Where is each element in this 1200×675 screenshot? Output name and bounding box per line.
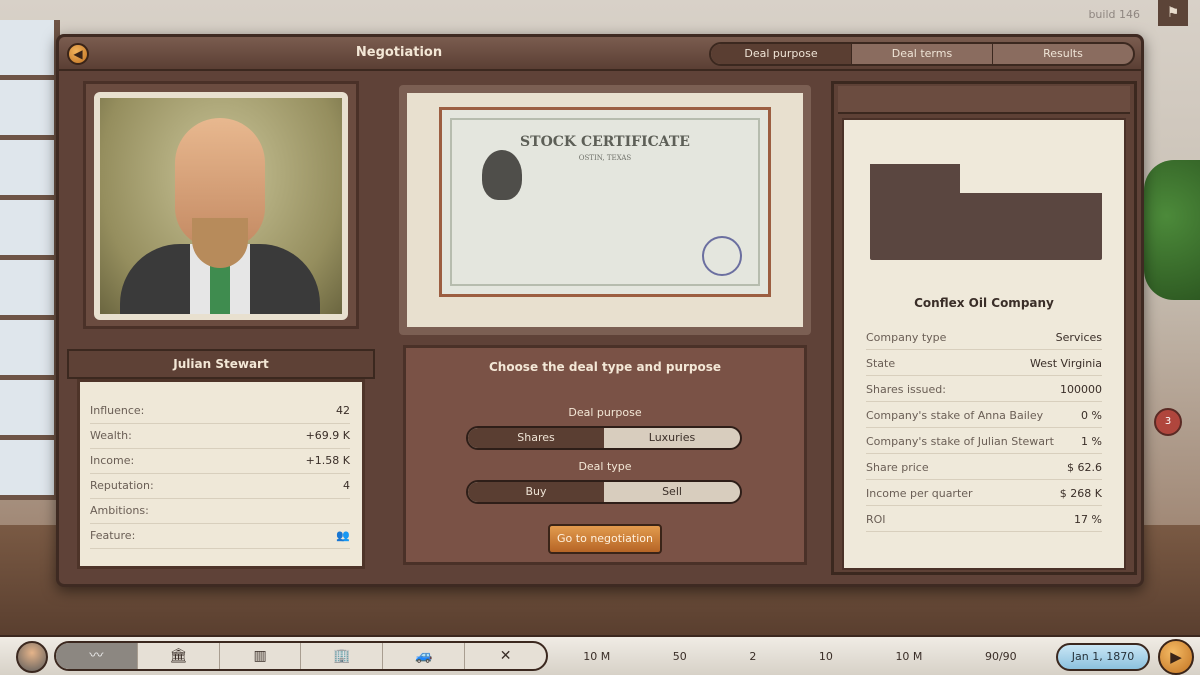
build-label: build 146 <box>1088 8 1140 21</box>
deal-panel: Choose the deal type and purpose Deal pu… <box>403 345 807 565</box>
crown-stat: 2 <box>749 649 757 663</box>
deal-purpose-shares[interactable]: Shares <box>468 428 604 448</box>
company-row: Company's stake of Anna Bailey 0 % <box>866 404 1102 428</box>
feature-icon: 👥 <box>336 529 350 542</box>
deal-purpose-label: Deal purpose <box>568 406 642 419</box>
player-avatar[interactable] <box>16 641 48 673</box>
tab-results[interactable]: Results <box>993 44 1133 64</box>
company-panel: Conflex Oil Company Company type Service… <box>831 81 1137 575</box>
company-row: Company type Services <box>866 326 1102 350</box>
go-to-negotiation-button[interactable]: Go to negotiation <box>548 524 662 554</box>
notifications-badge[interactable]: 3 <box>1154 408 1182 436</box>
stat-feature: Feature: 👥 <box>90 529 350 549</box>
stat-wealth: Wealth: +69.9 K <box>90 429 350 449</box>
resource-stats: 10 M 50 2 10 10 M 90/90 <box>552 641 1048 671</box>
play-icon[interactable]: ▶ <box>1158 639 1194 675</box>
network-icon[interactable]: ✕ <box>465 643 546 669</box>
chart-icon[interactable]: ▥ <box>220 643 302 669</box>
menu-icon[interactable]: ⚑ <box>1158 0 1188 26</box>
deal-type-label: Deal type <box>578 460 632 473</box>
company-row: Company's stake of Julian Stewart 1 % <box>866 430 1102 454</box>
company-card: Conflex Oil Company Company type Service… <box>842 118 1126 570</box>
window-title: Negotiation <box>355 45 443 60</box>
stat-income: Income: +1.58 K <box>90 454 350 474</box>
certificate-title: STOCK CERTIFICATE <box>520 134 690 150</box>
person-name: Julian Stewart <box>67 349 375 379</box>
portrait-image <box>94 92 348 320</box>
bottom-toolbar: 〰 🏛 ▥ 🏢 🚙 ✕ 10 M 50 2 10 10 M 90/90 Jan … <box>0 635 1200 675</box>
tab-deal-terms[interactable]: Deal terms <box>852 44 993 64</box>
certificate-panel: STOCK CERTIFICATE OSTIN, TEXAS <box>399 85 811 335</box>
window-topbar: ◀ Negotiation Deal purpose Deal terms Re… <box>59 37 1141 71</box>
certificate-subtitle: OSTIN, TEXAS <box>578 154 632 162</box>
money-stat: 10 M <box>583 649 611 663</box>
company-panel-header <box>838 86 1130 114</box>
deal-purpose-selector: Shares Luxuries <box>466 426 742 450</box>
deal-purpose-luxuries[interactable]: Luxuries <box>604 428 740 448</box>
deal-type-selector: Buy Sell <box>466 480 742 504</box>
background-window <box>0 20 60 500</box>
certificate-seal <box>702 236 742 276</box>
time-stat: 90/90 <box>984 649 1017 663</box>
company-row: ROI 17 % <box>866 508 1102 532</box>
tab-deal-purpose[interactable]: Deal purpose <box>711 44 852 64</box>
stat-influence: Influence: 42 <box>90 404 350 424</box>
company-name: Conflex Oil Company <box>914 296 1054 310</box>
date-display: Jan 1, 1870 <box>1056 643 1150 671</box>
cash-stat: 10 M <box>895 649 923 663</box>
company-row: Shares issued: 100000 <box>866 378 1102 402</box>
car-icon[interactable]: 🚙 <box>383 643 466 669</box>
stock-certificate: STOCK CERTIFICATE OSTIN, TEXAS <box>439 107 771 297</box>
back-button[interactable]: ◀ <box>67 43 89 65</box>
company-row: Income per quarter $ 268 K <box>866 482 1102 506</box>
company-row: Share price $ 62.6 <box>866 456 1102 480</box>
stat-reputation: Reputation: 4 <box>90 479 350 499</box>
deal-title: Choose the deal type and purpose <box>488 360 722 374</box>
influence-stat: 50 <box>672 649 687 663</box>
deal-type-sell[interactable]: Sell <box>604 482 740 502</box>
negotiation-window: ◀ Negotiation Deal purpose Deal terms Re… <box>56 34 1144 587</box>
map-icon[interactable]: 〰 <box>56 643 138 669</box>
background-plant <box>1144 160 1200 300</box>
bank-icon[interactable]: 🏛 <box>138 643 220 669</box>
train-illustration <box>870 164 1102 260</box>
company-row: State West Virginia <box>866 352 1102 376</box>
bottom-nav: 〰 🏛 ▥ 🏢 🚙 ✕ <box>54 641 548 671</box>
stat-ambitions: Ambitions: <box>90 504 350 524</box>
building-icon[interactable]: 🏢 <box>301 643 384 669</box>
deal-type-buy[interactable]: Buy <box>468 482 604 502</box>
person-stats: Influence: 42 Wealth: +69.9 K Income: +1… <box>77 379 365 569</box>
reputation-stat: 10 <box>818 649 833 663</box>
window-tabs: Deal purpose Deal terms Results <box>709 42 1135 66</box>
portrait-panel <box>83 81 359 329</box>
